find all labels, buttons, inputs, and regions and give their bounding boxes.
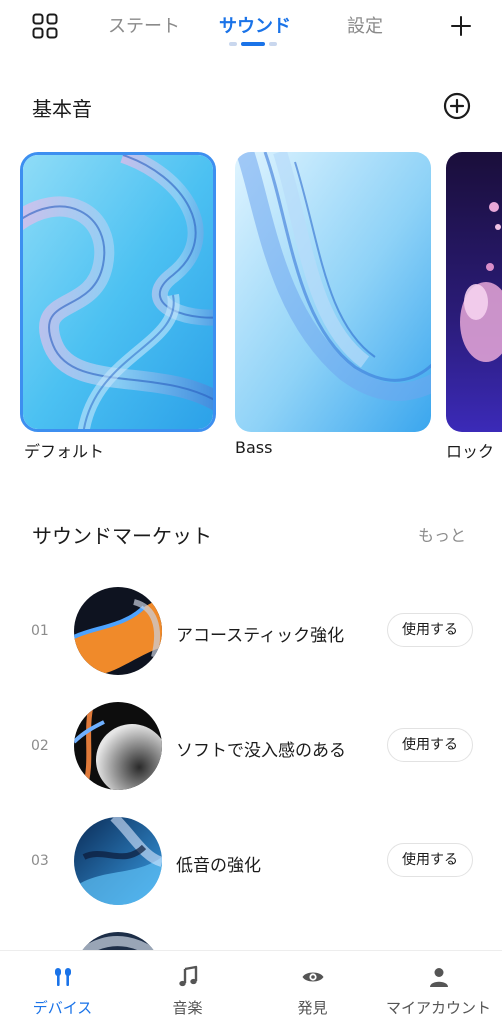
nav-label: 発見 [297, 999, 328, 1017]
nav-label: マイアカウント [385, 999, 491, 1017]
item-number: 02 [31, 738, 49, 754]
nav-label: デバイス [32, 999, 93, 1017]
list-item[interactable]: 01 アコースティック強化 使用する [0, 581, 502, 681]
list-item[interactable]: 03 低音の強化 使用する [0, 811, 502, 911]
more-link[interactable]: もっと [418, 522, 466, 546]
item-number: 01 [31, 623, 49, 639]
nav-music[interactable]: 音楽 [125, 951, 250, 1024]
item-thumbnail [74, 702, 162, 790]
sound-card-rock[interactable] [446, 152, 502, 432]
nav-label: 音楽 [172, 999, 203, 1017]
card-label-rock: ロック [446, 442, 495, 461]
person-icon [429, 968, 448, 987]
card-default-artwork [23, 155, 213, 429]
item-title: アコースティック強化 [176, 626, 345, 646]
list-item[interactable]: 02 ソフトで没入感のある 使用する [0, 696, 502, 796]
sound-card-default[interactable] [20, 152, 216, 432]
item-thumbnail [74, 932, 162, 950]
sound-card-bass[interactable] [235, 152, 431, 432]
nav-devices[interactable]: デバイス [0, 951, 125, 1024]
sound-market-title: サウンドマーケット [32, 524, 212, 548]
item-thumbnail [74, 817, 162, 905]
music-note-icon [178, 965, 197, 987]
tab-settings[interactable]: 設定 [347, 12, 383, 38]
top-bar: ステート サウンド 設定 [0, 0, 502, 60]
earbuds-icon [54, 968, 71, 986]
use-button[interactable]: 使用する [387, 613, 473, 647]
plus-icon[interactable] [450, 15, 472, 37]
tab-sound[interactable]: サウンド [219, 12, 291, 38]
circle-plus-icon[interactable] [443, 92, 471, 120]
list-item[interactable] [0, 926, 502, 950]
nav-discover[interactable]: 発見 [250, 951, 375, 1024]
tab-state[interactable]: ステート [108, 12, 180, 38]
use-button[interactable]: 使用する [387, 728, 473, 762]
eye-icon [302, 972, 323, 982]
card-bass-artwork [235, 152, 431, 432]
card-label-bass: Bass [235, 438, 273, 457]
tab-indicator [229, 42, 279, 46]
grid-icon[interactable] [32, 13, 58, 39]
item-number: 03 [31, 853, 49, 869]
item-title: 低音の強化 [176, 856, 261, 876]
item-thumbnail [74, 587, 162, 675]
nav-account[interactable]: マイアカウント [375, 951, 502, 1024]
bottom-nav: デバイス 音楽 発見 マイアカウント [0, 950, 502, 1024]
use-button[interactable]: 使用する [387, 843, 473, 877]
card-label-default: デフォルト [24, 442, 105, 461]
item-title: ソフトで没入感のある [176, 741, 346, 761]
basic-sounds-title: 基本音 [32, 97, 92, 121]
card-rock-artwork [446, 152, 502, 432]
